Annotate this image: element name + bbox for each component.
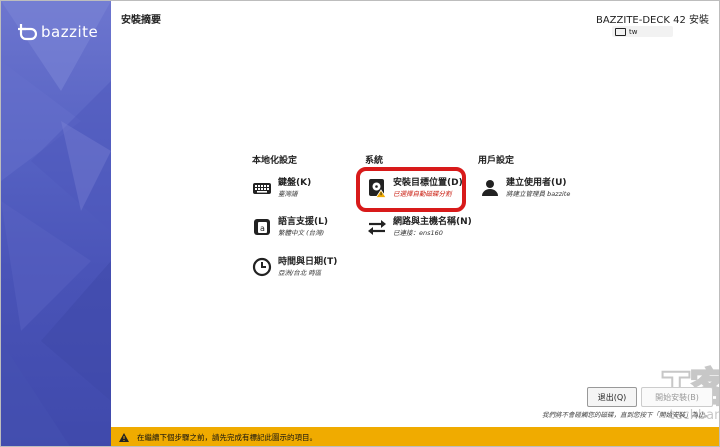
user-title: 建立使用者(U) bbox=[506, 178, 567, 188]
user-status: 將建立管理員 bazzite bbox=[506, 190, 571, 198]
product-title: BAZZITE-DECK 42 安裝 bbox=[595, 15, 709, 26]
keyboard-title: 鍵盤(K) bbox=[278, 178, 312, 188]
user-icon bbox=[482, 180, 498, 196]
page-title: 安裝摘要 bbox=[121, 15, 161, 26]
keyboard-status: 臺灣語 bbox=[278, 190, 298, 198]
bazzite-logo: bazzite bbox=[15, 21, 98, 43]
clock-icon bbox=[252, 257, 272, 277]
network-title: 網路與主機名稱(N) bbox=[393, 217, 472, 227]
installer-window: bazzite 安裝摘要 BAZZITE-DECK 42 安裝 tw 本地化設定… bbox=[0, 0, 720, 447]
warning-bar: 在繼續下個步驟之前，請先完成有標記此圖示的項目。 bbox=[111, 427, 719, 446]
language-title: 語言支援(L) bbox=[278, 217, 328, 227]
brand-name: bazzite bbox=[41, 23, 99, 41]
localization-heading: 本地化設定 bbox=[252, 156, 298, 166]
quit-button[interactable]: 退出(Q) bbox=[587, 387, 637, 407]
sidebar-pattern bbox=[1, 1, 111, 446]
spoke-time-date[interactable]: 時間與日期(T) 亞洲/台北 時區 bbox=[252, 257, 337, 278]
warning-icon bbox=[119, 433, 129, 442]
begin-installation-button[interactable]: 開始安裝(B) bbox=[641, 387, 713, 407]
keyboard-layout-indicator[interactable]: tw bbox=[612, 26, 673, 37]
spoke-network-hostname[interactable]: 網路與主機名稱(N) 已連接：ens160 bbox=[367, 217, 472, 238]
warning-text: 在繼續下個步驟之前，請先完成有標記此圖示的項目。 bbox=[137, 433, 317, 442]
time-title: 時間與日期(T) bbox=[278, 257, 338, 267]
svg-text:a: a bbox=[260, 224, 265, 233]
footer-hint: 我們將不會碰觸您的磁碟，直到您按下「開始安裝」為止。 bbox=[542, 411, 711, 419]
system-heading: 系統 bbox=[365, 156, 384, 166]
language-status: 繁體中文 (台灣) bbox=[278, 229, 325, 237]
language-icon: a bbox=[254, 219, 270, 235]
keyboard-small-icon bbox=[615, 27, 626, 36]
bazzite-logo-icon bbox=[18, 24, 37, 41]
sidebar: bazzite bbox=[1, 1, 111, 446]
network-status: 已連接：ens160 bbox=[393, 229, 443, 237]
spoke-language[interactable]: a 語言支援(L) 繁體中文 (台灣) bbox=[252, 217, 328, 238]
spoke-keyboard[interactable]: 鍵盤(K) 臺灣語 bbox=[252, 178, 311, 199]
spoke-create-user[interactable]: 建立使用者(U) 將建立管理員 bazzite bbox=[480, 178, 570, 199]
keyboard-layout-code: tw bbox=[629, 27, 638, 36]
network-arrows-icon bbox=[368, 220, 386, 235]
destination-highlight-circle bbox=[356, 167, 466, 212]
user-settings-heading: 用戶設定 bbox=[478, 156, 515, 166]
time-status: 亞洲/台北 時區 bbox=[278, 269, 322, 277]
keyboard-icon bbox=[253, 183, 271, 194]
main-hub: 安裝摘要 BAZZITE-DECK 42 安裝 tw 本地化設定 系統 用戶設定… bbox=[111, 1, 719, 425]
